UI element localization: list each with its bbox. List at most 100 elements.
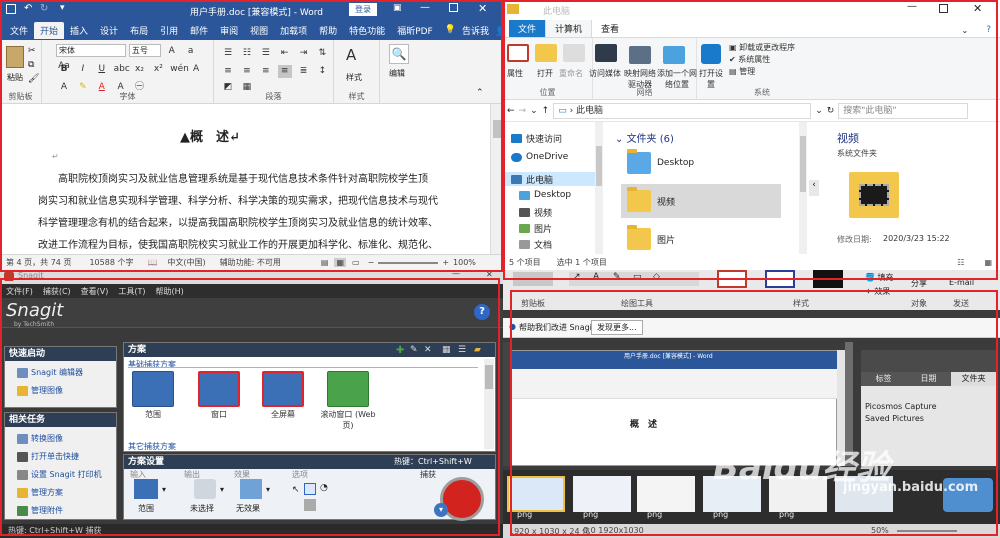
tab-layout[interactable]: 布局 — [124, 22, 154, 39]
edit-scheme-icon[interactable]: ✎ — [410, 345, 418, 355]
tab-insert[interactable]: 插入 — [64, 22, 94, 39]
underline-icon[interactable]: U — [95, 63, 109, 76]
schemes-scrollbar[interactable] — [484, 359, 494, 449]
styles-label[interactable]: 样式 — [346, 72, 362, 83]
tab-view[interactable]: 视图 — [244, 22, 274, 39]
preview-option-icon[interactable] — [304, 483, 316, 495]
zoom-out-icon[interactable]: − — [368, 258, 375, 267]
scrollbar-thumb[interactable] — [493, 120, 501, 138]
tab-review[interactable]: 审阅 — [214, 22, 244, 39]
up-icon[interactable]: ↑ — [542, 106, 550, 116]
center-icon[interactable]: ≡ — [240, 65, 254, 78]
details-view-icon[interactable]: ☷ — [957, 258, 964, 267]
editor-zoom[interactable]: 50% — [871, 526, 889, 535]
tab-mailings[interactable]: 邮件 — [184, 22, 214, 39]
settings-gear-icon[interactable] — [701, 44, 721, 64]
tab-design[interactable]: 设计 — [94, 22, 124, 39]
minimize-icon[interactable]: — — [420, 2, 430, 13]
nav-desktop[interactable]: Desktop — [519, 190, 571, 200]
numbering-icon[interactable]: ☷ — [240, 47, 254, 60]
increase-indent-icon[interactable]: ⇥ — [297, 47, 311, 60]
grow-font-icon[interactable]: A — [165, 45, 179, 58]
preset-fullscreen[interactable]: 全屏幕 — [258, 371, 308, 433]
accessibility-status[interactable]: 辅助功能: 不可用 — [220, 257, 281, 268]
find-icon[interactable]: 🔍 — [389, 44, 409, 64]
bullets-icon[interactable]: ☰ — [221, 47, 235, 60]
undo-icon[interactable]: ↶ — [24, 3, 32, 14]
collapse-ribbon-icon[interactable]: ⌃ — [476, 88, 484, 98]
read-mode-icon[interactable]: ▤ — [321, 258, 329, 267]
edit-label[interactable]: 编辑 — [389, 68, 405, 79]
multilevel-icon[interactable]: ☰ — [259, 47, 273, 60]
language[interactable]: 中文(中国) — [167, 257, 205, 268]
tab-file[interactable]: 文件 — [509, 20, 546, 37]
char-border-icon[interactable]: A — [189, 63, 203, 76]
fill-button[interactable]: 🪣 填充 — [865, 272, 894, 283]
pen-tool-icon[interactable]: ✎ — [613, 272, 621, 282]
forward-icon[interactable]: → — [519, 106, 527, 116]
nav-pictures[interactable]: 图片 — [519, 222, 552, 235]
tab-file[interactable]: 文件 — [4, 22, 34, 39]
discover-button[interactable]: 发现更多... — [591, 320, 643, 335]
add-scheme-icon[interactable]: ✚ — [396, 345, 404, 356]
media-label[interactable]: 访问媒体 — [589, 68, 621, 79]
font-name-select[interactable]: 宋体 — [56, 44, 126, 57]
tab-tags[interactable]: 标签 — [861, 372, 906, 386]
cut-icon[interactable]: ✂ — [28, 46, 36, 56]
save-icon[interactable] — [6, 4, 16, 14]
italic-icon[interactable]: I — [76, 63, 90, 76]
style-swatch-3[interactable] — [813, 270, 843, 288]
schemes-scrollbar-thumb[interactable] — [485, 365, 493, 389]
tab-references[interactable]: 引用 — [154, 22, 184, 39]
arrow-tool-icon[interactable]: ↗ — [573, 272, 581, 282]
recent-icon[interactable]: ⌄ — [530, 106, 538, 116]
ribbon-toggle-icon[interactable]: ⌄ — [953, 24, 978, 37]
output-icon[interactable] — [194, 479, 216, 499]
large-icons-view-icon[interactable]: ▦ — [984, 258, 992, 267]
text-tool-icon[interactable]: A — [593, 272, 599, 282]
capture-options-icon[interactable]: ▾ — [434, 503, 448, 517]
folder-pictures[interactable]: 图片 — [621, 222, 781, 256]
snagit-editor-link[interactable]: Snagit 编辑器 — [17, 367, 83, 378]
page-count[interactable]: 第 4 页，共 74 页 — [6, 257, 71, 268]
tab-home[interactable]: 开始 — [34, 21, 65, 39]
copy-icon[interactable]: ⧉ — [28, 60, 34, 70]
menu-capture[interactable]: 捕获(C) — [43, 286, 71, 297]
help-icon[interactable]: ? — [474, 304, 490, 320]
bold-icon[interactable]: B — [57, 63, 71, 76]
tab-computer[interactable]: 计算机 — [545, 19, 593, 37]
tree-item-picosmos[interactable]: Picosmos Capture — [865, 402, 937, 411]
menu-help[interactable]: 帮助(H) — [156, 286, 184, 297]
rename-label[interactable]: 重命名 — [559, 68, 583, 79]
thumbnail-view-icon[interactable]: ▦ — [442, 345, 451, 355]
tab-help[interactable]: 帮助 — [313, 22, 343, 39]
document-page[interactable]: ▲概 述↵ ↵ 高职院校顶岗实习及就业信息管理系统是基于现代信息技术条件针对高职… — [0, 104, 490, 254]
effects-button[interactable]: ✦ 效果 — [865, 286, 890, 297]
add-location-icon[interactable] — [663, 46, 685, 64]
nav-onedrive[interactable]: OneDrive — [511, 152, 568, 162]
delete-scheme-icon[interactable]: ✕ — [424, 345, 432, 355]
rename-icon[interactable] — [563, 44, 585, 62]
zoom-level[interactable]: 100% — [453, 258, 476, 267]
input-dropdown-icon[interactable]: ▾ — [162, 485, 166, 494]
clipboard-tool[interactable] — [513, 272, 553, 286]
properties-icon[interactable] — [507, 44, 529, 62]
editor-zoom-slider[interactable] — [897, 530, 957, 532]
preset-scrolling[interactable]: 滚动窗口 (Web 页) — [316, 371, 380, 433]
minimize-icon[interactable]: — — [907, 1, 917, 12]
effect-dropdown-icon[interactable]: ▾ — [266, 485, 270, 494]
one-click-link[interactable]: 打开单击快捷 — [17, 451, 79, 462]
shrink-font-icon[interactable]: a — [184, 45, 198, 58]
close-icon[interactable]: ✕ — [478, 2, 487, 15]
phonetic-icon[interactable]: wén — [170, 63, 189, 76]
printer-link[interactable]: 设置 Snagit 打印机 — [17, 469, 102, 480]
drawing-tools[interactable]: ↗ A ✎ ▭ ◇ — [569, 272, 699, 286]
share-label[interactable]: 分享 — [911, 278, 927, 289]
address-bar[interactable]: ▭ › 此电脑 — [553, 102, 812, 119]
folder-scrollbar[interactable] — [799, 122, 807, 254]
menu-file[interactable]: 文件(F) — [6, 286, 33, 297]
tab-features[interactable]: 特色功能 — [343, 22, 391, 39]
format-painter-icon[interactable]: 🖌 — [28, 74, 39, 84]
email-label[interactable]: E-mail — [949, 278, 974, 287]
nav-scrollbar-thumb[interactable] — [596, 146, 602, 186]
